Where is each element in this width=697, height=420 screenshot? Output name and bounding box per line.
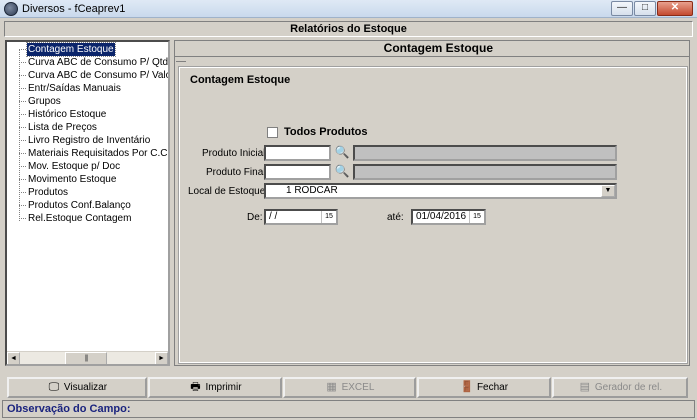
produto-inicial-field[interactable]	[264, 145, 331, 161]
calendar-icon[interactable]: 15	[321, 211, 336, 223]
tree-connector	[19, 140, 26, 141]
report-content-panel: Contagem Estoque Contagem Estoque Todos …	[174, 40, 690, 366]
ate-date-field[interactable]: 01/04/2016 15	[411, 209, 486, 225]
tree-connector	[19, 192, 26, 193]
produto-final-label: Produto Final:	[206, 167, 269, 178]
local-estoque-label: Local de Estoque:	[188, 186, 269, 197]
produto-inicial-description	[353, 145, 617, 161]
excel-label: EXCEL	[341, 382, 375, 393]
tree-item-produtos[interactable]: Produtos	[27, 186, 69, 199]
tree-item-rel-estoque-contagem[interactable]: Rel.Estoque Contagem	[27, 212, 132, 225]
de-date-field[interactable]: / / 15	[264, 209, 338, 225]
tree-item-produtos-conf-balanco[interactable]: Produtos Conf.Balanço	[27, 199, 132, 212]
local-estoque-select[interactable]: 1 RODCAR ▼	[264, 183, 617, 199]
imprimir-label: Imprimir	[205, 382, 242, 393]
local-estoque-value: 1 RODCAR	[286, 185, 338, 196]
tree-item-lista-precos[interactable]: Lista de Preços	[27, 121, 98, 134]
tree-item-materiais-requisitados[interactable]: Materiais Requisitados Por C.Custo	[27, 147, 168, 160]
tree-connector	[19, 205, 26, 206]
excel-button[interactable]: ▦ EXCEL	[283, 377, 416, 398]
report-header: Relatórios do Estoque	[4, 21, 693, 37]
fechar-label: Fechar	[476, 382, 509, 393]
report-tree[interactable]: Contagem Estoque Curva ABC de Consumo P/…	[5, 40, 170, 366]
tree-connector	[19, 49, 26, 50]
produto-final-search-icon[interactable]: 🔍	[333, 164, 351, 180]
tree-connector	[19, 218, 26, 219]
tree-connector	[19, 75, 26, 76]
fechar-button[interactable]: 🚪 Fechar	[417, 377, 551, 398]
tree-item-curva-abc-valor[interactable]: Curva ABC de Consumo P/ Valor	[27, 69, 168, 82]
group-title: Contagem Estoque	[190, 74, 291, 86]
produto-final-field[interactable]	[264, 164, 331, 180]
todos-produtos-checkbox[interactable]	[267, 127, 278, 138]
report-icon: ▤	[579, 381, 591, 393]
imprimir-button[interactable]: 🖶 Imprimir	[148, 377, 282, 398]
close-button[interactable]: ✕	[657, 1, 693, 16]
tree-item-historico-estoque[interactable]: Histórico Estoque	[27, 108, 107, 121]
scroll-left-icon[interactable]: ◄	[7, 352, 20, 364]
tab-marker	[176, 61, 186, 63]
scroll-thumb[interactable]: |||	[65, 352, 107, 364]
tree-item-curva-abc-qtde[interactable]: Curva ABC de Consumo P/ Qtde	[27, 56, 168, 69]
de-label: De:	[247, 212, 263, 223]
gerador-label: Gerador de rel.	[594, 382, 663, 393]
tree-item-grupos[interactable]: Grupos	[27, 95, 62, 108]
monitor-icon: 🖵	[48, 381, 60, 393]
window-titlebar: Diversos - fCeaprev1 — □ ✕	[0, 0, 697, 18]
gerador-button[interactable]: ▤ Gerador de rel.	[552, 377, 688, 398]
tree-horizontal-scrollbar[interactable]: ◄ ||| ►	[7, 351, 168, 364]
observacao-bar: Observação do Campo:	[2, 400, 695, 418]
tree-connector	[19, 166, 26, 167]
minimize-button[interactable]: —	[611, 1, 633, 16]
tree-item-entr-saidas[interactable]: Entr/Saídas Manuais	[27, 82, 122, 95]
chevron-down-icon[interactable]: ▼	[601, 185, 615, 197]
ate-label: até:	[387, 212, 404, 223]
content-title: Contagem Estoque	[175, 41, 689, 57]
tree-connector	[19, 179, 26, 180]
spreadsheet-icon: ▦	[326, 381, 337, 393]
produto-inicial-search-icon[interactable]: 🔍	[333, 145, 351, 161]
tree-item-movimento-estoque[interactable]: Movimento Estoque	[27, 173, 117, 186]
produto-final-description	[353, 164, 617, 180]
todos-produtos-label: Todos Produtos	[284, 126, 368, 138]
tree-connector	[19, 114, 26, 115]
tree-connector	[19, 62, 26, 63]
door-icon: 🚪	[460, 381, 474, 393]
tree-item-livro-registro[interactable]: Livro Registro de Inventário	[27, 134, 151, 147]
observacao-label: Observação do Campo:	[7, 403, 131, 415]
produto-inicial-label: Produto Inicial:	[202, 148, 269, 159]
tree-connector	[19, 101, 26, 102]
app-icon	[4, 2, 18, 16]
tree-connector	[19, 127, 26, 128]
tree-item-mov-estoque-doc[interactable]: Mov. Estoque p/ Doc	[27, 160, 121, 173]
visualizar-label: Visualizar	[63, 382, 108, 393]
tree-connector	[19, 153, 26, 154]
tree-item-contagem-estoque[interactable]: Contagem Estoque	[26, 42, 116, 57]
tree-connector	[19, 88, 26, 89]
calendar-icon[interactable]: 15	[469, 211, 484, 223]
ate-date-value: 01/04/2016	[416, 211, 467, 222]
printer-icon: 🖶	[190, 381, 201, 393]
filter-group: Contagem Estoque Todos Produtos Produto …	[178, 66, 688, 364]
de-date-value: / /	[269, 211, 278, 222]
scroll-right-icon[interactable]: ►	[155, 352, 168, 364]
window-title: Diversos - fCeaprev1	[22, 3, 126, 15]
maximize-button[interactable]: □	[634, 1, 656, 16]
visualizar-button[interactable]: 🖵 Visualizar	[7, 377, 147, 398]
